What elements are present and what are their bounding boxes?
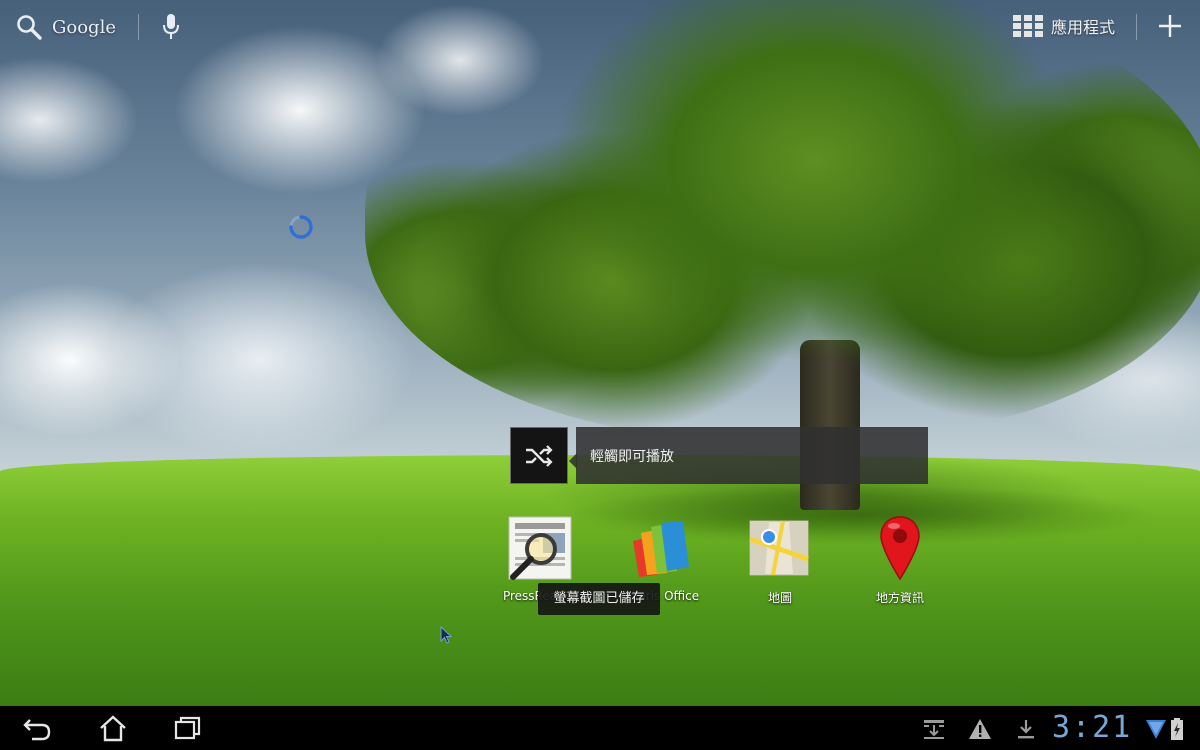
pressreader-icon xyxy=(507,515,573,581)
maps-icon xyxy=(747,515,813,581)
add-icon[interactable] xyxy=(1158,14,1182,38)
screenshot-saved-toast: 螢幕截圖已儲存 xyxy=(538,583,660,615)
microphone-icon[interactable] xyxy=(161,13,181,41)
apps-grid-icon xyxy=(1013,15,1043,37)
wifi-signal-icon xyxy=(1146,720,1166,739)
tree-canopy xyxy=(365,0,1200,440)
back-icon[interactable] xyxy=(22,714,52,742)
mouse-cursor-icon xyxy=(440,626,452,644)
usb-storage-icon[interactable] xyxy=(922,718,946,740)
app-maps[interactable]: 地圖 xyxy=(720,515,840,606)
apps-button[interactable]: 應用程式 xyxy=(1013,14,1115,38)
music-hint: 輕觸即可播放 xyxy=(590,449,674,465)
app-places[interactable]: 地方資訊 xyxy=(840,515,960,606)
home-icon[interactable] xyxy=(98,714,128,742)
app-label: 地圖 xyxy=(767,591,792,605)
search-icon xyxy=(17,15,42,40)
music-panel[interactable]: 輕觸即可播放 xyxy=(576,427,928,484)
music-widget[interactable]: 輕觸即可播放 xyxy=(510,427,928,485)
recent-apps-icon[interactable] xyxy=(172,714,202,742)
shuffle-button[interactable] xyxy=(510,427,568,484)
google-search-bar[interactable]: Google xyxy=(16,12,181,42)
apps-divider xyxy=(1136,14,1137,40)
loading-spinner-icon xyxy=(289,215,313,239)
battery-charging-icon xyxy=(1171,718,1183,740)
places-icon xyxy=(867,515,933,581)
shuffle-icon xyxy=(526,444,553,467)
search-label: Google xyxy=(52,16,116,38)
app-label: 地方資訊 xyxy=(875,591,924,605)
polaris-office-icon xyxy=(627,515,693,581)
clock[interactable]: 3:21 xyxy=(1052,710,1132,746)
download-icon[interactable] xyxy=(1014,718,1038,740)
warning-icon[interactable] xyxy=(968,718,992,740)
search-divider xyxy=(137,14,139,40)
system-bar: 3:21 xyxy=(0,706,1200,750)
apps-label: 應用程式 xyxy=(1051,18,1116,37)
